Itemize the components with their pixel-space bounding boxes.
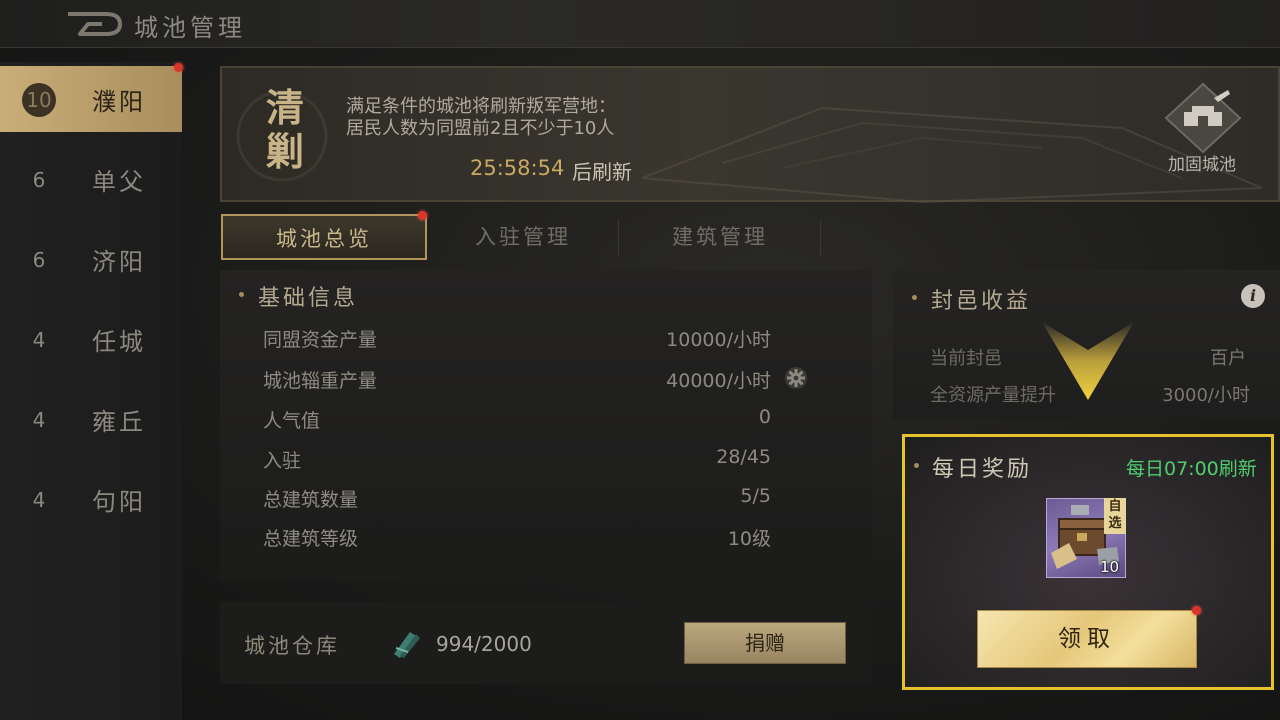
city-level-badge: 10 xyxy=(22,83,56,117)
refresh-timer-suffix: 后刷新 xyxy=(572,160,632,184)
sidebar-city-puyang[interactable]: 10 濮阳 xyxy=(0,66,182,132)
fief-row-value: 3000/小时 xyxy=(1162,385,1250,406)
fortify-city-icon[interactable] xyxy=(1158,82,1248,154)
info-row-label: 同盟资金产量 xyxy=(263,329,378,351)
warehouse-label: 城池仓库 xyxy=(244,634,340,658)
fief-row-value: 百户 xyxy=(1210,348,1246,369)
back-arrow-icon[interactable] xyxy=(66,10,122,38)
info-row-label: 城池辎重产量 xyxy=(263,370,378,392)
tab-divider xyxy=(820,220,821,256)
city-name: 济阳 xyxy=(92,248,146,276)
city-name: 单父 xyxy=(92,168,146,196)
info-row-label: 人气值 xyxy=(263,410,321,432)
sidebar-city-rencheng[interactable]: 4 任城 xyxy=(0,306,182,372)
sidebar-city-shanfu[interactable]: 6 单父 xyxy=(0,146,182,212)
claim-reward-button[interactable]: 领取 xyxy=(977,610,1197,668)
info-row-value: 0 xyxy=(758,406,771,428)
city-name: 任城 xyxy=(92,328,146,356)
section-bullet xyxy=(914,463,919,468)
notification-dot xyxy=(174,63,183,72)
city-name: 雍丘 xyxy=(92,408,146,436)
sidebar-city-yongqiu[interactable]: 4 雍丘 xyxy=(0,386,182,452)
warehouse-capacity: 994/2000 xyxy=(436,632,532,656)
fief-row-label: 全资源产量提升 xyxy=(930,385,1056,406)
info-icon[interactable]: i xyxy=(1241,284,1265,308)
info-row-value: 10级 xyxy=(727,528,771,550)
rebel-camp-banner: 清剿 满足条件的城池将刷新叛军营地： 居民人数为同盟前2且不少于10人 25:5… xyxy=(220,66,1280,204)
tab-divider xyxy=(618,220,619,256)
city-sidebar: 10 濮阳 6 单父 6 济阳 4 任城 4 雍丘 4 句阳 xyxy=(0,62,182,720)
tab-garrison-management[interactable]: 入驻管理 xyxy=(426,214,620,260)
guide-arrow-icon xyxy=(1042,322,1134,400)
daily-reward-title: 每日奖励 xyxy=(932,457,1033,482)
section-bullet xyxy=(239,292,244,297)
city-name: 句阳 xyxy=(92,488,146,516)
page-title: 城池管理 xyxy=(134,14,246,42)
info-row-value: 5/5 xyxy=(740,485,771,507)
city-level-badge: 4 xyxy=(32,488,46,512)
city-level-badge: 6 xyxy=(32,168,46,192)
gear-icon[interactable] xyxy=(784,366,808,390)
sidebar-city-jiyang[interactable]: 6 济阳 xyxy=(0,226,182,292)
city-level-badge: 4 xyxy=(32,408,46,432)
info-row-value: 10000/小时 xyxy=(666,329,771,351)
daily-reward-refresh-time: 每日07:00刷新 xyxy=(1126,458,1257,480)
fief-income-title: 封邑收益 xyxy=(931,289,1032,314)
donate-button[interactable]: 捐赠 xyxy=(684,622,846,664)
optional-choice-tag: 自选 xyxy=(1104,498,1126,534)
notification-dot xyxy=(1192,606,1201,615)
city-level-badge: 4 xyxy=(32,328,46,352)
info-row-label: 总建筑等级 xyxy=(263,528,359,550)
city-level-badge: 6 xyxy=(32,248,46,272)
tab-city-overview[interactable]: 城池总览 xyxy=(221,214,427,260)
banner-seal-text: 清剿 xyxy=(266,85,305,174)
banner-condition-line2: 居民人数为同盟前2且不少于10人 xyxy=(346,118,615,139)
refresh-timer: 25:58:54 xyxy=(470,156,565,180)
section-bullet xyxy=(912,295,917,300)
tab-building-management[interactable]: 建筑管理 xyxy=(620,214,820,260)
fief-row-label: 当前封邑 xyxy=(930,348,1002,369)
supply-resource-icon xyxy=(394,632,420,658)
sidebar-city-juyang[interactable]: 4 句阳 xyxy=(0,466,182,532)
info-row-label: 入驻 xyxy=(263,450,302,472)
city-name: 濮阳 xyxy=(92,88,146,116)
info-row-value: 40000/小时 xyxy=(666,370,771,392)
info-row-label: 总建筑数量 xyxy=(263,489,359,511)
info-row-value: 28/45 xyxy=(716,446,771,468)
basic-info-title: 基础信息 xyxy=(258,286,359,311)
fortify-city-label[interactable]: 加固城池 xyxy=(1168,150,1236,175)
reward-item-count: 10 xyxy=(1100,558,1120,576)
